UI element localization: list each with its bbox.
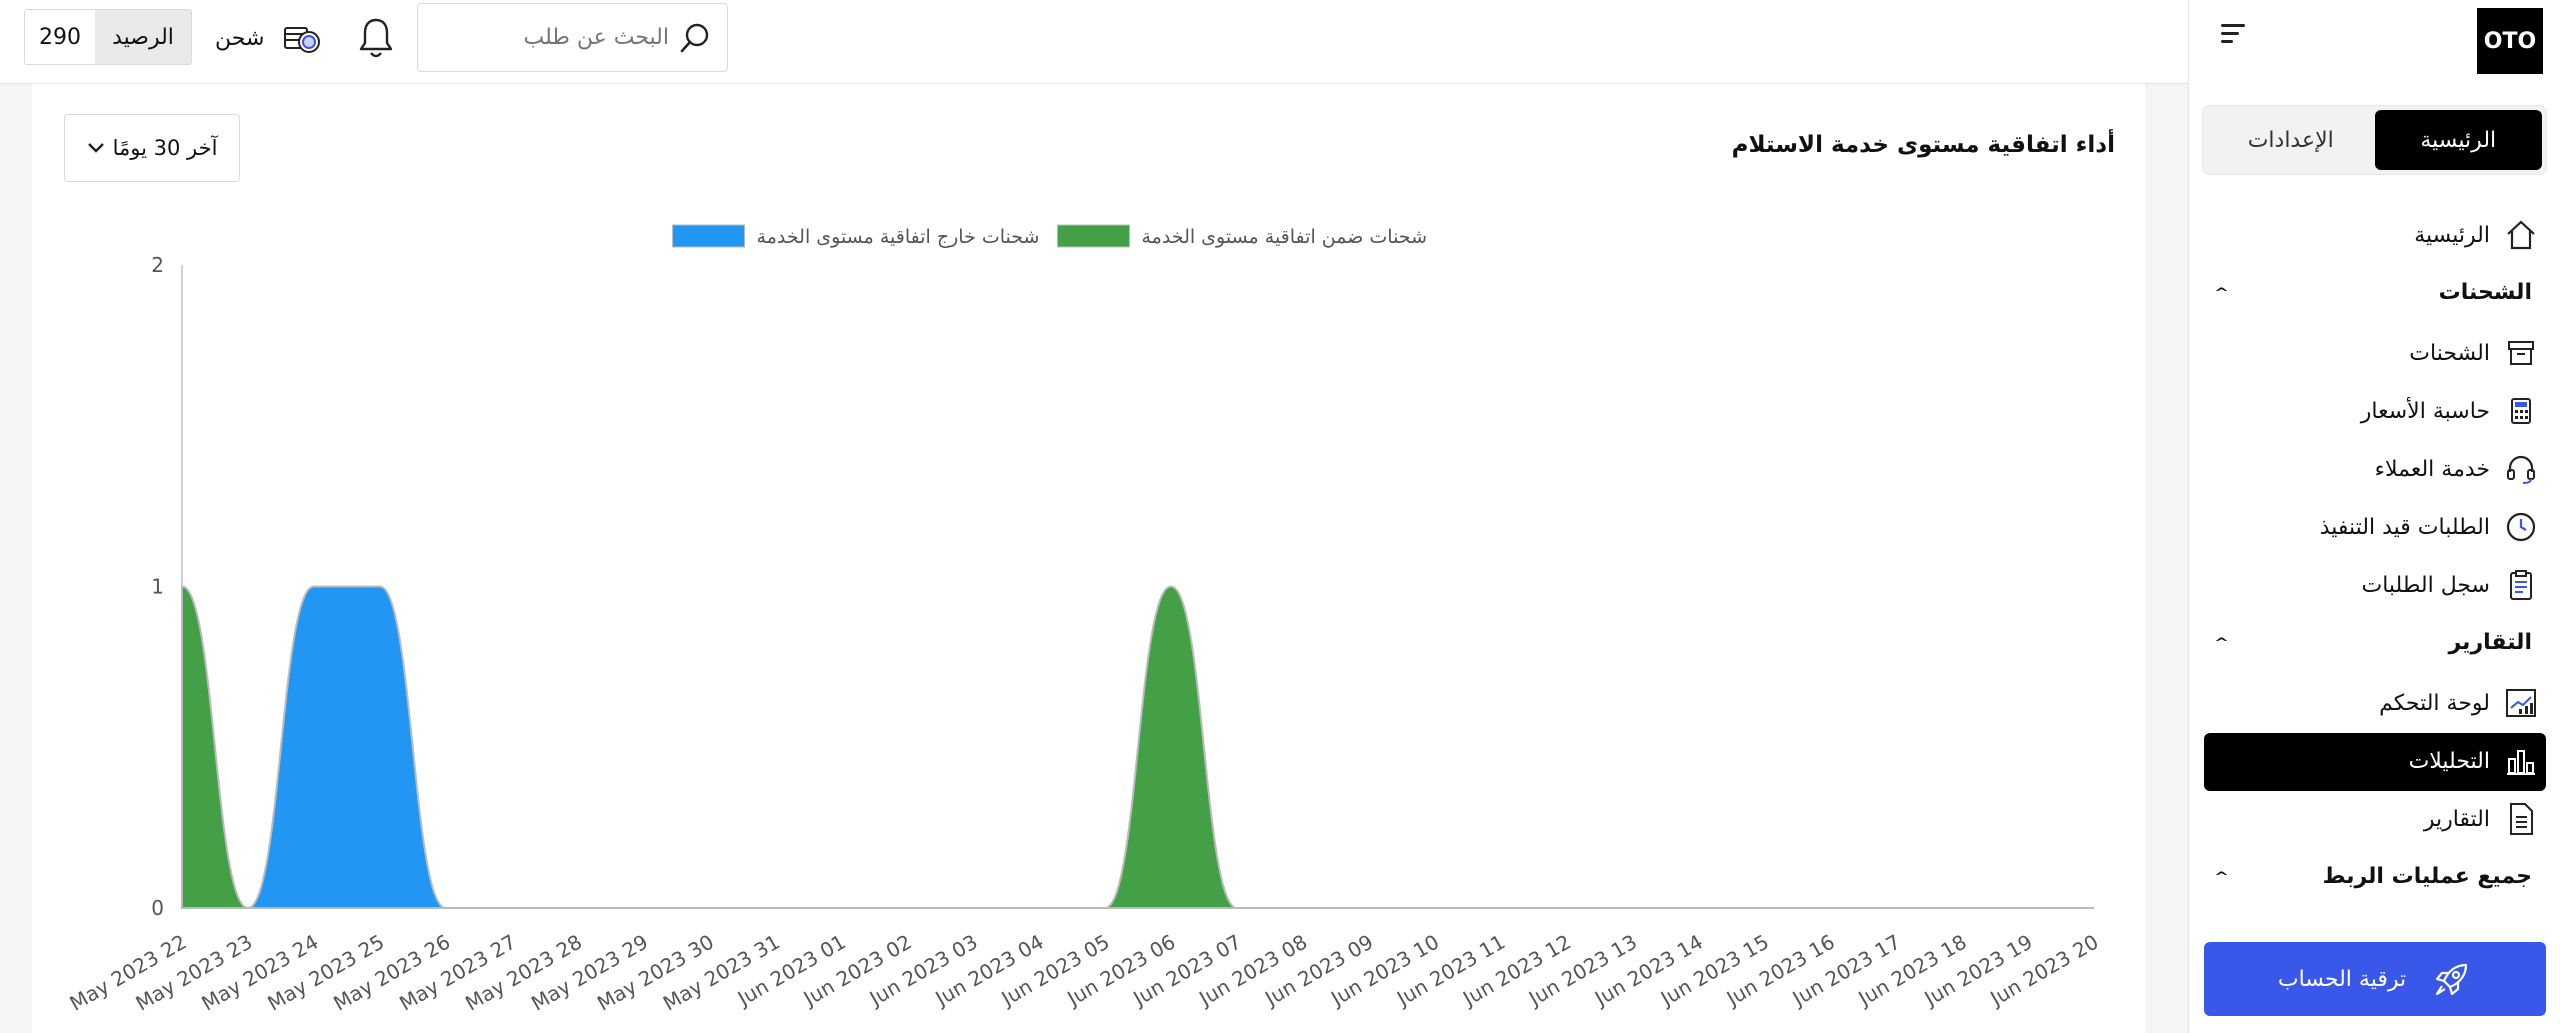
search-input[interactable] (469, 25, 669, 50)
sidebar: OTO الرئيسية الإعدادات الرئيسية الشحنات … (2188, 0, 2560, 1033)
y-tick-label: 0 (151, 896, 164, 920)
section-label: جميع عمليات الربط (2322, 864, 2532, 889)
sla-area-chart: 012May 2023 22May 2023 23May 2023 24May … (66, 224, 2103, 1016)
search-box[interactable] (417, 3, 728, 72)
balance-box: 290 الرصيد (24, 9, 192, 65)
legend-swatch (672, 224, 746, 248)
oto-logo[interactable]: OTO (2477, 8, 2543, 74)
section-integrations[interactable]: جميع عمليات الربط ^ (2214, 864, 2532, 889)
sidebar-tab-switch: الرئيسية الإعدادات (2202, 105, 2547, 175)
headset-icon (2504, 452, 2538, 486)
sidebar-item-label: خدمة العملاء (2374, 456, 2490, 482)
sidebar-item-analytics[interactable]: التحليلات (2409, 744, 2538, 778)
sidebar-item-orders-log[interactable]: سجل الطلبات (2362, 568, 2539, 602)
section-shipments[interactable]: الشحنات ^ (2214, 280, 2532, 305)
ship-label: شحن (215, 25, 265, 51)
top-header: 290 الرصيد شحن (0, 0, 2188, 84)
sidebar-item-label: الطلبات قيد التنفيذ (2319, 514, 2490, 540)
chevron-up-icon: ^ (2214, 635, 2230, 650)
calculator-icon (2504, 394, 2538, 428)
sidebar-item-label: الشحنات (2409, 340, 2490, 366)
search-icon (680, 23, 709, 52)
sidebar-item-dashboard[interactable]: لوحة التحكم (2379, 686, 2538, 720)
series-area-0 (181, 585, 2094, 910)
section-label: الشحنات (2438, 280, 2532, 305)
bell-icon (359, 18, 393, 58)
clock-icon (2504, 510, 2538, 544)
sidebar-item-label: حاسبة الأسعار (2360, 398, 2490, 424)
sidebar-item-price-calculator[interactable]: حاسبة الأسعار (2361, 394, 2538, 428)
sidebar-item-label: سجل الطلبات (2361, 572, 2491, 598)
rocket-icon (2436, 963, 2468, 996)
legend-label: شحنات ضمن اتفاقية مستوى الخدمة (1141, 226, 1427, 248)
archive-box-icon (2504, 336, 2538, 370)
sidebar-item-shipments[interactable]: الشحنات (2409, 336, 2538, 370)
home-icon (2504, 218, 2538, 252)
document-icon (2504, 802, 2538, 836)
notifications-button[interactable] (356, 16, 396, 64)
section-reports[interactable]: التقارير ^ (2214, 630, 2532, 655)
sla-performance-card: أداء اتفاقية مستوى خدمة الاستلام آخر 30 … (32, 84, 2145, 1033)
sidebar-item-label: التحليلات (2408, 748, 2490, 774)
bar-chart-icon (2504, 744, 2538, 778)
y-tick-label: 2 (151, 253, 164, 277)
upgrade-label: ترقية الحساب (2277, 966, 2407, 992)
ship-button[interactable]: شحن (215, 20, 322, 56)
clipboard-list-icon (2504, 568, 2538, 602)
chevron-up-icon: ^ (2214, 869, 2230, 884)
sidebar-item-pending-orders[interactable]: الطلبات قيد التنفيذ (2320, 510, 2538, 544)
section-label: التقارير (2448, 630, 2533, 655)
tab-settings[interactable]: الإعدادات (2207, 110, 2375, 170)
dashboard-chart-icon (2504, 686, 2538, 720)
sidebar-item-customer-service[interactable]: خدمة العملاء (2375, 452, 2538, 486)
wallet-coins-icon (284, 27, 321, 53)
balance-value: 290 (25, 10, 95, 64)
y-tick-label: 1 (151, 575, 164, 599)
sidebar-item-label: لوحة التحكم (2379, 690, 2490, 716)
chevron-up-icon: ^ (2214, 285, 2230, 300)
tab-home[interactable]: الرئيسية (2374, 110, 2542, 170)
menu-toggle-icon[interactable] (2221, 24, 2245, 46)
sidebar-item-reports[interactable]: التقارير (2424, 802, 2538, 836)
legend-label: شحنات خارج اتفاقية مستوى الخدمة (757, 226, 1040, 248)
legend-swatch (1056, 224, 1130, 248)
sidebar-item-label: الرئيسية (2414, 222, 2490, 248)
sidebar-item-home[interactable]: الرئيسية (2414, 218, 2538, 252)
sidebar-item-label: التقارير (2423, 806, 2490, 832)
balance-label: الرصيد (95, 10, 191, 64)
upgrade-account-button[interactable]: ترقية الحساب (2204, 942, 2546, 1016)
